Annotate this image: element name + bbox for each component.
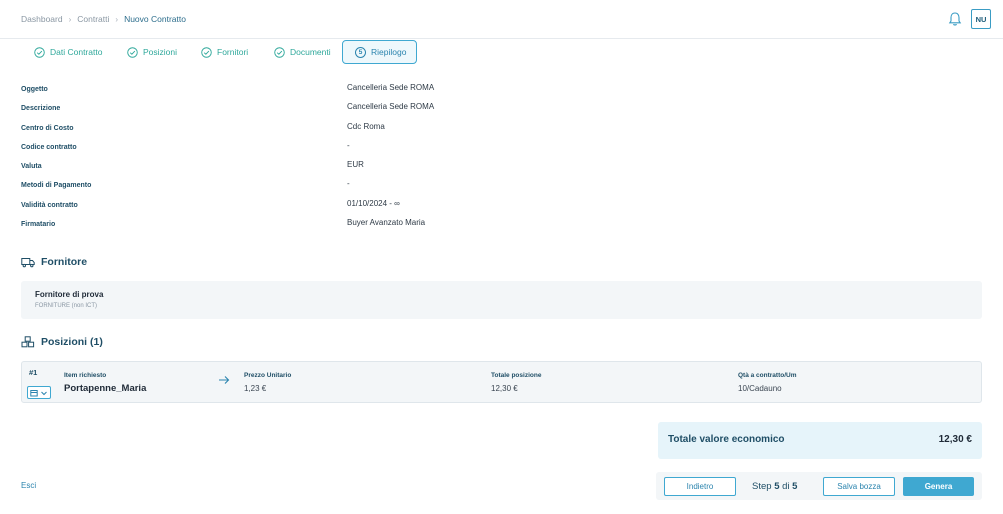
breadcrumb-current: Nuovo Contratto: [124, 14, 186, 24]
position-qty-label: Qtà a contratto/Um: [738, 372, 797, 379]
section-title-text: Posizioni (1): [41, 336, 103, 348]
position-type-dropdown[interactable]: [27, 386, 51, 399]
step-label: Documenti: [290, 47, 331, 57]
generate-button[interactable]: Genera: [903, 477, 974, 496]
summary-label: Firmatario: [21, 221, 56, 229]
summary-row-firmatario: Firmatario Buyer Avanzato Maria: [21, 215, 721, 234]
supplier-section-title: Fornitore: [21, 256, 87, 268]
boxes-icon: [21, 336, 35, 348]
summary-row-centro-di-costo: Centro di Costo Cdc Roma: [21, 119, 721, 138]
summary-value: Buyer Avanzato Maria: [347, 218, 426, 228]
position-total-value: 12,30 €: [491, 384, 518, 393]
supplier-name: Fornitore di prova: [35, 290, 104, 299]
chevron-right-icon: ›: [115, 14, 119, 24]
step-of: di: [782, 481, 790, 492]
summary-value: -: [347, 140, 350, 150]
breadcrumb: Dashboard › Contratti › Nuovo Contratto: [21, 14, 186, 24]
position-item-value: Portapenne_Maria: [64, 383, 147, 394]
wizard-stepper: Dati Contratto Posizioni Fornitori Docum…: [0, 40, 1003, 66]
position-price-value: 1,23 €: [244, 384, 267, 393]
summary-row-valuta: Valuta EUR: [21, 157, 721, 176]
arrow-right-icon: [219, 376, 230, 384]
position-total: Totale posizione 12,30 €: [491, 372, 541, 393]
total-amount: 12,30 €: [938, 434, 972, 445]
step-label: Posizioni: [143, 47, 178, 57]
step-documenti[interactable]: Documenti: [274, 40, 331, 64]
summary-label: Metodi di Pagamento: [21, 182, 92, 190]
total-label: Totale valore economico: [668, 434, 785, 445]
positions-section-title: Posizioni (1): [21, 336, 103, 348]
position-price: Prezzo Unitario 1,23 €: [244, 372, 291, 393]
summary-label: Valuta: [21, 163, 42, 171]
step-fornitori[interactable]: Fornitori: [201, 40, 248, 64]
truck-icon: [21, 258, 35, 268]
step-label: Fornitori: [217, 47, 249, 57]
summary-label: Codice contratto: [21, 143, 77, 151]
supplier-card: Fornitore di prova FORNITURE (non ICT): [21, 281, 982, 319]
back-button[interactable]: Indietro: [664, 477, 736, 496]
summary-value: -: [347, 179, 350, 189]
summary-row-codice-contratto: Codice contratto -: [21, 138, 721, 157]
position-item: Item richiesto Portapenne_Maria: [64, 372, 146, 394]
position-index: #1: [29, 368, 38, 377]
check-circle-icon: [34, 46, 45, 58]
step-prefix: Step: [752, 481, 772, 492]
step-label: Dati Contratto: [50, 47, 103, 57]
summary-value: 01/10/2024 - ∞: [347, 198, 400, 208]
exit-link[interactable]: Esci: [21, 481, 36, 490]
step-label: Riepilogo: [371, 47, 407, 57]
check-circle-icon: [127, 46, 138, 58]
chevron-right-icon: ›: [68, 14, 72, 24]
summary-label: Oggetto: [21, 86, 48, 93]
step-dati-contratto[interactable]: Dati Contratto: [34, 40, 102, 64]
position-quantity: Qtà a contratto/Um 10/Cadauno: [738, 372, 797, 393]
summary-row-descrizione: Descrizione Cancelleria Sede ROMA: [21, 99, 721, 118]
total-value-box: Totale valore economico 12,30 €: [658, 422, 982, 459]
summary-value: Cdc Roma: [347, 121, 385, 131]
position-item-label: Item richiesto: [64, 372, 107, 379]
summary-label: Descrizione: [21, 105, 61, 113]
check-circle-icon: [274, 46, 285, 58]
position-total-label: Totale posizione: [491, 372, 542, 379]
chevron-down-icon: [41, 391, 47, 395]
summary-label: Validità contratto: [21, 201, 78, 209]
box-icon: [30, 389, 38, 396]
summary-row-metodi-pagamento: Metodi di Pagamento -: [21, 176, 721, 195]
summary-row-oggetto: Oggetto Cancelleria Sede ROMA: [21, 80, 721, 99]
step-number: 5: [355, 46, 366, 58]
step-current: 5: [774, 481, 780, 492]
step-riepilogo[interactable]: 5 Riepilogo: [342, 40, 418, 64]
save-draft-button[interactable]: Salva bozza: [823, 477, 895, 496]
summary-value: Cancelleria Sede ROMA: [347, 83, 435, 92]
step-total: 5: [792, 481, 798, 492]
position-row: #1 Item richiesto Portapenne_Maria Prezz…: [21, 361, 982, 403]
breadcrumb-contratti[interactable]: Contratti: [77, 14, 109, 24]
step-posizioni[interactable]: Posizioni: [127, 40, 177, 64]
position-qty-value: 10/Cadauno: [738, 384, 782, 393]
contract-summary: Oggetto Cancelleria Sede ROMA Descrizion…: [21, 80, 721, 234]
bell-icon[interactable]: [947, 11, 963, 27]
user-avatar[interactable]: NU: [971, 9, 991, 29]
step-counter: Step 5 di 5: [752, 481, 797, 492]
summary-value: EUR: [347, 160, 364, 170]
top-bar: Dashboard › Contratti › Nuovo Contratto …: [0, 0, 1003, 39]
section-title-text: Fornitore: [41, 256, 88, 268]
summary-label: Centro di Costo: [21, 124, 74, 132]
supplier-category: FORNITURE (non ICT): [35, 303, 98, 309]
summary-row-validita: Validità contratto 01/10/2024 - ∞: [21, 196, 721, 215]
check-circle-icon: [201, 46, 212, 58]
breadcrumb-dashboard[interactable]: Dashboard: [21, 14, 63, 24]
summary-value: Cancelleria Sede ROMA: [347, 102, 435, 112]
position-price-label: Prezzo Unitario: [244, 372, 292, 379]
